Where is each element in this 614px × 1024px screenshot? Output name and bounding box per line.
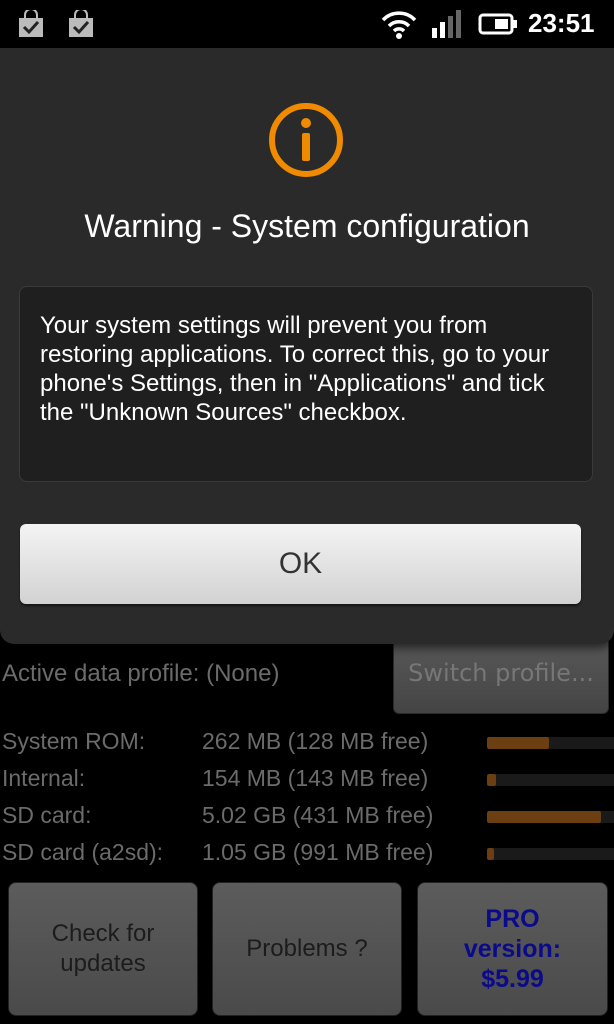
storage-value: 154 MB (143 MB free) xyxy=(202,765,429,791)
signal-icon xyxy=(432,10,461,38)
switch-profile-button[interactable]: Switch profile... xyxy=(393,632,609,714)
storage-usage-bar xyxy=(487,848,614,860)
storage-usage-bar xyxy=(487,811,614,823)
storage-usage-bar xyxy=(487,737,614,749)
problems-label: Problems ? xyxy=(246,935,368,962)
status-bar: 23:51 xyxy=(0,0,614,48)
check-updates-button[interactable]: Check for updates xyxy=(8,882,198,1016)
active-profile-label: Active data profile: (None) xyxy=(2,660,280,687)
storage-value: 262 MB (128 MB free) xyxy=(202,728,429,754)
storage-value: 5.02 GB (431 MB free) xyxy=(202,802,434,828)
storage-label: System ROM: xyxy=(2,728,146,754)
problems-button[interactable]: Problems ? xyxy=(212,882,402,1016)
storage-usage-fill xyxy=(487,848,494,860)
storage-row-sd-card-a2sd: SD card (a2sd): 1.05 GB (991 MB free) xyxy=(0,839,614,873)
battery-icon xyxy=(478,13,517,35)
ok-button[interactable]: OK xyxy=(20,524,581,604)
storage-label: SD card: xyxy=(2,802,92,828)
shopping-bag-check-icon xyxy=(69,10,93,37)
storage-label: SD card (a2sd): xyxy=(2,839,164,865)
warning-dialog: Warning - System configuration Your syst… xyxy=(0,48,614,644)
check-updates-label: Check for updates xyxy=(51,920,155,977)
storage-value: 1.05 GB (991 MB free) xyxy=(202,839,434,865)
storage-label: Internal: xyxy=(2,765,86,791)
info-icon xyxy=(269,103,343,177)
wifi-icon xyxy=(381,11,417,39)
storage-usage-fill xyxy=(487,811,602,823)
pro-version-button[interactable]: PRO version: $5.99 xyxy=(417,882,608,1016)
dialog-title: Warning - System configuration xyxy=(84,208,530,244)
storage-usage-fill xyxy=(487,737,550,749)
clock-time: 23:51 xyxy=(528,8,595,38)
storage-row-internal: Internal: 154 MB (143 MB free) xyxy=(0,765,614,799)
dialog-message-box: Your system settings will prevent you fr… xyxy=(19,286,593,482)
storage-row-sd-card: SD card: 5.02 GB (431 MB free) xyxy=(0,802,614,836)
dialog-message: Your system settings will prevent you fr… xyxy=(40,312,550,426)
pro-version-label: PRO version: $5.99 xyxy=(463,905,562,993)
storage-usage-bar xyxy=(487,774,614,786)
storage-row-system-rom: System ROM: 262 MB (128 MB free) xyxy=(0,728,614,762)
storage-usage-fill xyxy=(487,774,497,786)
shopping-bag-check-icon xyxy=(19,10,43,37)
